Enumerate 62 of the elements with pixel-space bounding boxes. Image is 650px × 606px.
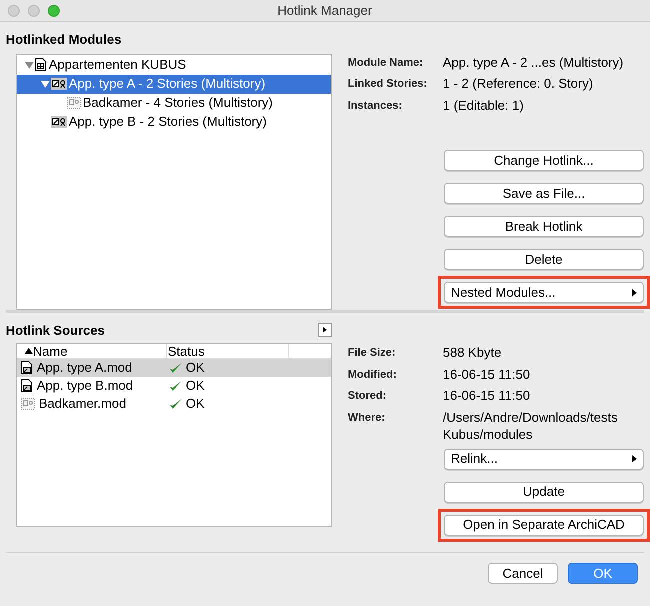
detail-label: Where: <box>348 410 386 426</box>
checkmark-icon <box>169 398 183 410</box>
checkmark-icon <box>169 362 183 374</box>
zoom-icon[interactable] <box>48 4 60 16</box>
detail-value: App. type A - 2 ...es (Multistory) <box>443 54 625 71</box>
tree-item[interactable]: App. type B - 2 Stories (Multistory) <box>17 112 331 132</box>
detail-label: Module Name: <box>348 56 424 70</box>
menu-button[interactable]: Relink... <box>444 448 644 470</box>
file-name: App. type B.mod <box>37 377 134 396</box>
module-icon <box>51 78 67 90</box>
file-icon <box>21 379 33 393</box>
document-icon <box>35 58 47 72</box>
detail-value: 1 (Editable: 1) <box>443 96 525 114</box>
nested-module-icon <box>67 97 81 109</box>
push-button[interactable]: Delete <box>444 249 644 270</box>
window-title: Hotlink Manager <box>278 2 372 20</box>
sort-ascending-icon <box>25 348 33 354</box>
tree-item-label: Badkamer - 4 Stories (Multistory) <box>83 94 273 112</box>
detail-value: 588 Kbyte <box>443 344 503 362</box>
push-button[interactable]: Open in Separate ArchiCAD <box>444 514 644 536</box>
tree-item-label: App. type A - 2 Stories (Multistory) <box>69 75 266 94</box>
status-text: OK <box>186 377 205 396</box>
push-button[interactable]: Change Hotlink... <box>444 150 644 171</box>
tree-item-label: Appartementen KUBUS <box>49 56 186 74</box>
column-header[interactable]: Name <box>33 344 68 358</box>
file-name: App. type A.mod <box>37 359 132 378</box>
section-heading: Hotlink Sources <box>6 322 106 340</box>
detail-value: /Users/Andre/Downloads/tests Kubus/modules <box>443 408 619 442</box>
play-icon[interactable] <box>318 323 332 338</box>
table-row[interactable]: Badkamer.mod OK <box>17 395 331 413</box>
menu-button[interactable]: Nested Modules... <box>444 282 644 303</box>
table-row[interactable]: App. type B.mod OK <box>17 377 331 395</box>
tree-item[interactable]: Badkamer - 4 Stories (Multistory) <box>17 94 331 112</box>
push-button[interactable]: Break Hotlink <box>444 216 644 237</box>
caret-icon <box>632 455 637 463</box>
table-row[interactable]: App. type A.mod OK <box>17 359 331 377</box>
caret-icon <box>632 288 637 296</box>
detail-value: 16-06-15 11:50 <box>443 387 532 404</box>
tree-item[interactable]: Appartementen KUBUS <box>17 56 331 74</box>
file-icon <box>21 361 33 375</box>
tree-item[interactable]: App. type A - 2 Stories (Multistory) <box>17 74 331 94</box>
section-heading: Hotlinked Modules <box>6 31 123 49</box>
detail-value: 1 - 2 (Reference: 0. Story) <box>443 75 594 92</box>
column-header[interactable]: Status <box>168 344 205 359</box>
detail-label: Instances: <box>348 98 404 114</box>
cancel-button[interactable]: Cancel <box>488 562 558 584</box>
tree-item-label: App. type B - 2 Stories (Multistory) <box>69 113 267 132</box>
detail-label: Linked Stories: <box>348 77 428 92</box>
disclosure-triangle-icon[interactable] <box>24 60 34 70</box>
nested-module-icon <box>21 398 35 410</box>
status-text: OK <box>186 395 205 414</box>
status-text: OK <box>186 359 205 378</box>
detail-label: File Size: <box>348 346 397 361</box>
disclosure-triangle-icon[interactable] <box>40 80 50 88</box>
file-name: Badkamer.mod <box>39 395 126 414</box>
push-button[interactable]: Update <box>444 482 644 502</box>
detail-label: Modified: <box>348 368 398 382</box>
push-button[interactable]: Save as File... <box>444 183 644 204</box>
checkmark-icon <box>169 380 183 392</box>
detail-value: 16-06-15 11:50 <box>443 366 532 383</box>
module-icon <box>51 116 67 128</box>
detail-label: Stored: <box>348 389 388 404</box>
